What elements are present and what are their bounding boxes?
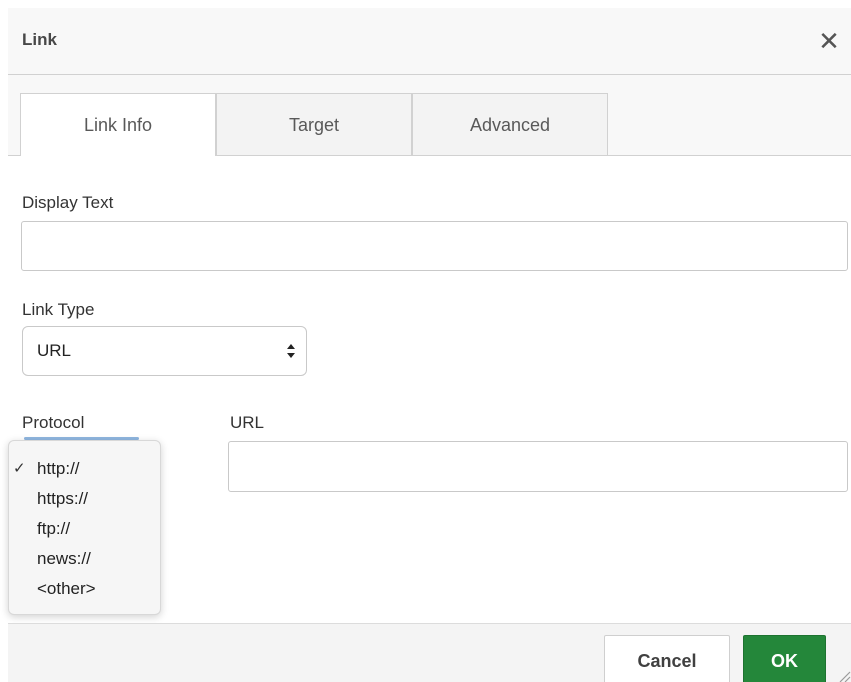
resize-grip-icon[interactable] <box>837 669 851 682</box>
protocol-option-news[interactable]: news:// <box>9 544 160 574</box>
select-arrows-icon <box>287 344 295 358</box>
protocol-option-https[interactable]: https:// <box>9 484 160 514</box>
checkmark-icon: ✓ <box>13 460 26 477</box>
url-label: URL <box>230 413 265 432</box>
ok-button[interactable]: OK <box>743 635 826 682</box>
protocol-option-ftp[interactable]: ftp:// <box>9 514 160 544</box>
protocol-option-http[interactable]: ✓ http:// <box>9 454 160 484</box>
protocol-option-other[interactable]: <other> <box>9 574 160 604</box>
dialog-title: Link <box>22 30 57 49</box>
tab-target[interactable]: Target <box>216 93 412 155</box>
tab-bar: Link Info Target Advanced <box>8 75 851 156</box>
link-dialog: Link ✕ Link Info Target Advanced Display… <box>0 0 851 682</box>
display-text-label: Display Text <box>22 193 114 212</box>
dialog-titlebar: Link ✕ <box>8 8 851 75</box>
link-type-select[interactable]: URL <box>22 326 307 376</box>
protocol-dropdown: ✓ http:// https:// ftp:// news:// <other… <box>8 440 161 615</box>
tab-advanced[interactable]: Advanced <box>412 93 608 155</box>
close-icon[interactable]: ✕ <box>814 26 844 56</box>
cancel-button[interactable]: Cancel <box>604 635 730 682</box>
link-type-value: URL <box>37 341 72 360</box>
display-text-input[interactable] <box>21 221 848 271</box>
tab-link-info[interactable]: Link Info <box>20 93 216 156</box>
dialog-footer: Cancel OK <box>8 623 851 682</box>
protocol-label: Protocol <box>22 413 85 432</box>
url-input[interactable] <box>228 441 848 492</box>
link-type-label: Link Type <box>22 300 95 319</box>
